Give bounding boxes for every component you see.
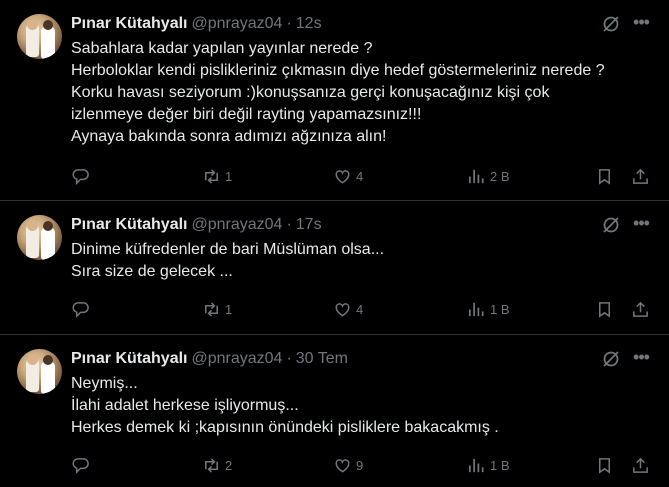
tweet[interactable]: Pınar Kütahyalı @pnrayaz04 · 17s ••• Din… xyxy=(0,201,669,335)
tweet-header: Pınar Kütahyalı @pnrayaz04 · 17s xyxy=(71,215,322,235)
reply-icon xyxy=(72,168,89,185)
share-button[interactable] xyxy=(631,455,650,475)
tweet-text-line: Herkes demek ki ;kapısının önündeki pisl… xyxy=(71,419,499,436)
views-button[interactable]: 2 B xyxy=(467,166,510,186)
separator-dot: · xyxy=(286,350,292,367)
action-bar: 2 9 1 B xyxy=(71,455,656,475)
more-icon[interactable]: ••• xyxy=(631,348,651,369)
author-handle[interactable]: @pnrayaz04 xyxy=(191,216,282,234)
heart-icon xyxy=(335,458,350,473)
like-button[interactable]: 9 xyxy=(333,455,363,475)
tweet[interactable]: Pınar Kütahyalı @pnrayaz04 · 30 Tem ••• … xyxy=(0,335,669,487)
bookmark-button[interactable] xyxy=(595,166,614,186)
tweet-text: Sabahlara kadar yapılan yayınlar nerede … xyxy=(71,38,656,148)
repost-button[interactable]: 2 xyxy=(202,455,232,475)
views-button[interactable]: 1 B xyxy=(467,455,510,475)
tweet-text-line: Sıra size de gelecek ... xyxy=(71,263,233,280)
tweet-header: Pınar Kütahyalı @pnrayaz04 · 30 Tem xyxy=(71,349,348,369)
share-button[interactable] xyxy=(631,299,650,319)
tweet-text-line: Korku havası seziyorum :)konuşsanıza ger… xyxy=(71,84,550,101)
action-bar: 1 4 2 B xyxy=(71,166,656,186)
tweet-text-line: İlahi adalet herkese işliyormuş... xyxy=(71,397,299,414)
views-count: 1 B xyxy=(490,457,510,473)
separator-dot: · xyxy=(286,15,292,32)
repost-count: 1 xyxy=(225,168,233,184)
author-name[interactable]: Pınar Kütahyalı xyxy=(71,15,187,33)
like-count: 9 xyxy=(356,457,364,473)
views-button[interactable]: 1 B xyxy=(467,299,510,319)
repost-button[interactable]: 1 xyxy=(202,166,232,186)
tweet[interactable]: Pınar Kütahyalı @pnrayaz04 · 12s ••• Sab… xyxy=(0,0,669,201)
author-handle[interactable]: @pnrayaz04 xyxy=(191,15,282,33)
avatar[interactable] xyxy=(17,215,62,260)
grok-icon[interactable] xyxy=(601,349,621,369)
bookmark-icon xyxy=(598,301,611,318)
like-count: 4 xyxy=(356,168,364,184)
tweet-text-line: Dinime küfredenler de bari Müslüman olsa… xyxy=(71,241,385,258)
share-icon xyxy=(633,301,648,317)
reply-button[interactable] xyxy=(71,299,90,319)
repost-count: 2 xyxy=(225,457,233,473)
repost-icon xyxy=(205,457,218,473)
tweet-text: Neymiş... İlahi adalet herkese işliyormu… xyxy=(71,373,656,439)
tweet-header: Pınar Kütahyalı @pnrayaz04 · 12s xyxy=(71,14,322,34)
avatar[interactable] xyxy=(17,349,62,394)
grok-icon[interactable] xyxy=(601,215,621,235)
views-icon xyxy=(468,169,484,183)
like-button[interactable]: 4 xyxy=(333,299,363,319)
action-bar: 1 4 1 B xyxy=(71,299,656,319)
repost-icon xyxy=(205,168,218,184)
bookmark-button[interactable] xyxy=(595,455,614,475)
views-count: 2 B xyxy=(490,168,510,184)
more-icon[interactable]: ••• xyxy=(631,214,651,235)
reply-icon xyxy=(72,301,89,318)
separator-dot: · xyxy=(286,216,292,233)
timestamp[interactable]: 17s xyxy=(296,216,322,234)
avatar[interactable] xyxy=(17,14,62,59)
tweet-text-line: Herboloklar kendi pislikleriniz çıkmasın… xyxy=(71,62,605,79)
like-count: 4 xyxy=(356,301,364,317)
more-icon[interactable]: ••• xyxy=(631,13,651,34)
timeline-feed: Pınar Kütahyalı @pnrayaz04 · 12s ••• Sab… xyxy=(0,0,669,487)
views-icon xyxy=(468,302,484,316)
bookmark-button[interactable] xyxy=(595,299,614,319)
share-icon xyxy=(633,168,648,184)
timestamp[interactable]: 30 Tem xyxy=(296,350,348,368)
author-name[interactable]: Pınar Kütahyalı xyxy=(71,216,187,234)
share-icon xyxy=(633,457,648,473)
reply-button[interactable] xyxy=(71,166,90,186)
heart-icon xyxy=(335,169,350,184)
reply-icon xyxy=(72,457,89,474)
bookmark-icon xyxy=(598,457,611,474)
timestamp[interactable]: 12s xyxy=(296,15,322,33)
like-button[interactable]: 4 xyxy=(333,166,363,186)
tweet-text: Dinime küfredenler de bari Müslüman olsa… xyxy=(71,239,656,283)
tweet-text-line: Neymiş... xyxy=(71,375,138,392)
repost-button[interactable]: 1 xyxy=(202,299,232,319)
repost-count: 1 xyxy=(225,301,233,317)
tweet-text-line: Aynaya bakında sonra adımızı ağzınıza al… xyxy=(71,128,387,145)
views-count: 1 B xyxy=(490,301,510,317)
share-button[interactable] xyxy=(631,166,650,186)
author-name[interactable]: Pınar Kütahyalı xyxy=(71,350,187,368)
author-handle[interactable]: @pnrayaz04 xyxy=(191,350,282,368)
repost-icon xyxy=(205,301,218,317)
reply-button[interactable] xyxy=(71,455,90,475)
grok-icon[interactable] xyxy=(601,14,621,34)
views-icon xyxy=(468,458,484,472)
heart-icon xyxy=(335,302,350,317)
tweet-text-line: izlenmeye değer biri değil rayting yapam… xyxy=(71,106,422,123)
bookmark-icon xyxy=(598,168,611,185)
tweet-text-line: Sabahlara kadar yapılan yayınlar nerede … xyxy=(71,40,373,57)
